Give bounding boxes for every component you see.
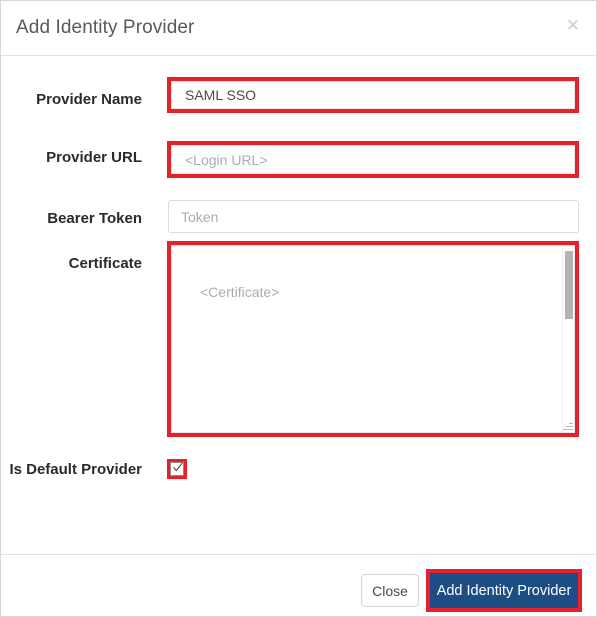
provider-name-input[interactable] (171, 81, 575, 109)
add-identity-provider-button[interactable]: Add Identity Provider (430, 573, 578, 608)
label-is-default-provider: Is Default Provider (9, 461, 142, 478)
close-icon[interactable]: ✕ (562, 15, 584, 37)
highlight-provider-url (167, 141, 579, 178)
page-title: Add Identity Provider (16, 17, 195, 38)
add-identity-provider-dialog: Add Identity Provider ✕ Provider Name Pr… (0, 0, 597, 617)
is-default-provider-checkbox[interactable] (170, 462, 184, 476)
label-provider-url: Provider URL (46, 149, 142, 166)
label-certificate: Certificate (68, 255, 142, 272)
highlight-submit-button: Add Identity Provider (426, 569, 582, 612)
highlight-provider-name (167, 77, 579, 113)
checkmark-icon (173, 462, 183, 472)
close-button[interactable]: Close (361, 574, 419, 607)
dialog-header: Add Identity Provider ✕ (1, 1, 596, 56)
provider-url-input[interactable] (171, 145, 575, 174)
label-bearer-token: Bearer Token (47, 210, 142, 227)
certificate-textarea[interactable] (171, 245, 575, 433)
highlight-is-default-provider (167, 459, 187, 479)
label-provider-name: Provider Name (36, 91, 142, 108)
highlight-certificate (167, 241, 579, 437)
dialog-body: Provider Name Provider URL Bearer Token … (1, 57, 596, 554)
bearer-token-input[interactable] (168, 200, 579, 233)
